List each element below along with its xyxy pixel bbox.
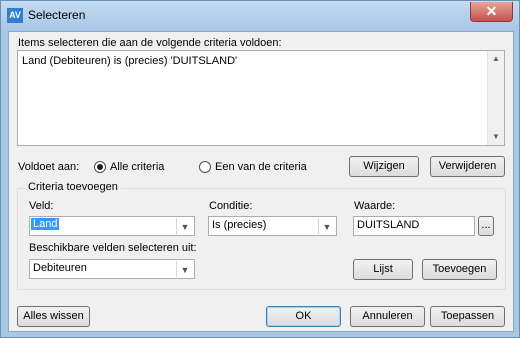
vertical-scrollbar[interactable]: ▲ ▼ — [487, 51, 504, 145]
toepassen-button[interactable]: Toepassen — [430, 306, 505, 327]
waarde-label: Waarde: — [354, 200, 396, 212]
browse-button[interactable]: ... — [478, 216, 494, 236]
criteria-add-group-title: Criteria toevoegen — [25, 181, 121, 193]
radio-selected-dot-icon — [97, 164, 103, 170]
criteria-line[interactable]: Land (Debiteuren) is (precies) 'DUITSLAN… — [22, 55, 237, 67]
window-title: Selecteren — [28, 8, 86, 22]
dialog-body: Items selecteren die aan de volgende cri… — [8, 31, 514, 332]
veld-dropdown[interactable]: Land ▼ — [29, 216, 195, 236]
chevron-down-icon[interactable]: ▼ — [176, 218, 193, 234]
scroll-up-icon[interactable]: ▲ — [488, 51, 504, 67]
criteria-prompt: Items selecteren die aan de volgende cri… — [18, 37, 282, 49]
veld-value: Land — [31, 218, 60, 230]
radio-all-criteria[interactable] — [94, 161, 106, 173]
chevron-down-icon[interactable]: ▼ — [318, 218, 335, 234]
available-fields-label: Beschikbare velden selecteren uit: — [29, 242, 197, 254]
ok-button[interactable]: OK — [266, 306, 341, 327]
wijzigen-button[interactable]: Wijzigen — [349, 156, 419, 177]
available-fields-value: Debiteuren — [33, 262, 87, 274]
waarde-input[interactable]: DUITSLAND — [353, 216, 475, 236]
toevoegen-button[interactable]: Toevoegen — [422, 259, 497, 280]
chevron-down-icon[interactable]: ▼ — [176, 261, 193, 277]
criteria-list[interactable]: Land (Debiteuren) is (precies) 'DUITSLAN… — [17, 50, 505, 146]
radio-any-criteria[interactable] — [199, 161, 211, 173]
match-label: Voldoet aan: — [18, 161, 80, 173]
lijst-button[interactable]: Lijst — [353, 259, 413, 280]
conditie-value: Is (precies) — [212, 219, 267, 231]
scroll-down-icon[interactable]: ▼ — [488, 129, 504, 145]
waarde-value: DUITSLAND — [357, 219, 420, 231]
radio-all-criteria-label[interactable]: Alle criteria — [110, 161, 164, 173]
annuleren-button[interactable]: Annuleren — [350, 306, 425, 327]
verwijderen-button[interactable]: Verwijderen — [430, 156, 505, 177]
dialog-window: AV Selecteren ✕ Items selecteren die aan… — [0, 0, 520, 338]
radio-any-criteria-label[interactable]: Een van de criteria — [215, 161, 307, 173]
veld-label: Veld: — [29, 200, 54, 212]
close-button[interactable]: ✕ — [470, 2, 513, 22]
app-logo-icon: AV — [7, 8, 23, 23]
title-bar[interactable]: AV Selecteren ✕ — [1, 1, 519, 31]
available-fields-dropdown[interactable]: Debiteuren ▼ — [29, 259, 195, 279]
conditie-dropdown[interactable]: Is (precies) ▼ — [208, 216, 337, 236]
alles-wissen-button[interactable]: Alles wissen — [17, 306, 90, 327]
conditie-label: Conditie: — [209, 200, 253, 212]
